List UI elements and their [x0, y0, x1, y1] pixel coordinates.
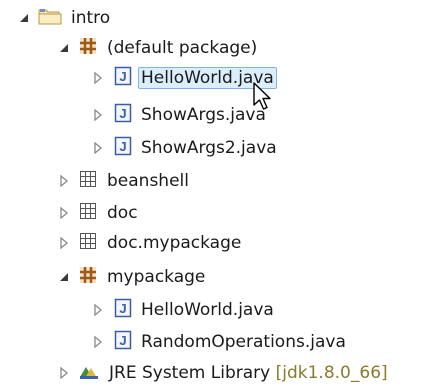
tree-item-label: HelloWorld.java: [141, 300, 274, 320]
package-icon: [78, 265, 98, 290]
collapsed-arrow-icon[interactable]: [92, 336, 104, 348]
empty-package-icon: [78, 201, 98, 226]
library-icon: [78, 361, 100, 386]
tree-item-label: doc: [107, 203, 138, 223]
java-file-icon: J: [114, 66, 132, 91]
svg-text:J: J: [119, 106, 126, 121]
tree-item-helloworld-java[interactable]: J HelloWorld.java: [92, 63, 277, 93]
tree-item-label: mypackage: [107, 267, 206, 287]
tree-item-showargs-java[interactable]: J ShowArgs.java: [92, 100, 269, 130]
expanded-arrow-icon[interactable]: [58, 42, 70, 54]
tree-item-beanshell[interactable]: beanshell: [58, 166, 192, 196]
tree-item-label: doc.mypackage: [107, 233, 242, 253]
java-file-icon: J: [114, 103, 132, 128]
tree-item-label: beanshell: [107, 171, 189, 191]
svg-text:J: J: [119, 301, 126, 316]
folder-project-icon: [38, 6, 62, 31]
collapsed-arrow-icon[interactable]: [92, 109, 104, 121]
empty-package-icon: [78, 169, 98, 194]
expanded-arrow-icon[interactable]: [58, 271, 70, 283]
library-version: [jdk1.8.0_66]: [275, 363, 388, 383]
java-file-icon: J: [114, 330, 132, 355]
tree-item-doc-mypackage[interactable]: doc.mypackage: [58, 228, 244, 258]
svg-text:J: J: [119, 69, 126, 84]
collapsed-arrow-icon[interactable]: [92, 72, 104, 84]
collapsed-arrow-icon[interactable]: [58, 207, 70, 219]
tree-item-intro[interactable]: intro: [18, 3, 113, 33]
tree-item-label: ShowArgs2.java: [141, 138, 277, 158]
collapsed-arrow-icon[interactable]: [58, 175, 70, 187]
tree-item-label: intro: [71, 8, 111, 28]
java-file-icon: J: [114, 298, 132, 323]
tree-item-default-package[interactable]: (default package): [58, 33, 260, 63]
package-icon: [78, 36, 98, 61]
tree-item-label: RandomOperations.java: [141, 332, 346, 352]
empty-package-icon: [78, 231, 98, 256]
svg-text:J: J: [119, 139, 126, 154]
tree-item-mypackage-helloworld-java[interactable]: J HelloWorld.java: [92, 295, 277, 325]
library-name: JRE System Library: [109, 363, 271, 383]
tree-item-jre-system-library[interactable]: JRE System Library [jdk1.8.0_66]: [58, 358, 391, 388]
tree-item-doc[interactable]: doc: [58, 198, 141, 228]
tree-item-mypackage[interactable]: mypackage: [58, 262, 208, 292]
tree-item-randomoperations-java[interactable]: J RandomOperations.java: [92, 327, 349, 357]
expanded-arrow-icon[interactable]: [18, 12, 30, 24]
project-explorer-tree: intro (default package) J HelloWorld.jav…: [0, 0, 424, 387]
tree-item-label: ShowArgs.java: [141, 105, 266, 125]
tree-item-label: (default package): [107, 38, 258, 58]
collapsed-arrow-icon[interactable]: [58, 367, 70, 379]
collapsed-arrow-icon[interactable]: [92, 142, 104, 154]
collapsed-arrow-icon[interactable]: [92, 304, 104, 316]
tree-item-label: JRE System Library [jdk1.8.0_66]: [106, 362, 391, 384]
tree-item-showargs2-java[interactable]: J ShowArgs2.java: [92, 133, 280, 163]
svg-text:J: J: [119, 333, 126, 348]
java-file-icon: J: [114, 136, 132, 161]
tree-item-label: HelloWorld.java: [138, 67, 277, 89]
collapsed-arrow-icon[interactable]: [58, 237, 70, 249]
